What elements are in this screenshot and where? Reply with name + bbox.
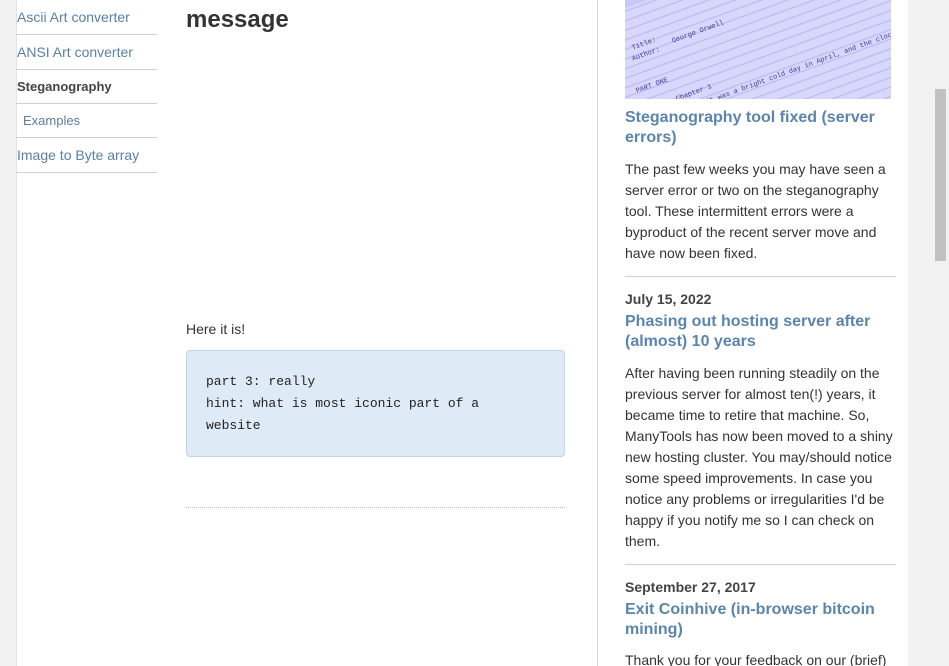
news-date: September 27, 2017	[625, 579, 756, 595]
tool-nav: Ascii Art converter ANSI Art converter S…	[16, 0, 157, 173]
nav-item-ascii-art[interactable]: Ascii Art converter	[16, 0, 157, 35]
news-title-steganography-fixed[interactable]: Steganography tool fixed (server errors)	[625, 108, 895, 148]
news-separator	[625, 276, 896, 277]
news-thumbnail[interactable]: Title: Author: George Orwell PART ONE Ch…	[625, 0, 891, 99]
intro-text: Here it is!	[186, 321, 246, 337]
nav-item-examples[interactable]: Examples	[16, 104, 157, 138]
news-body: Thank you for your feedback on our (brie…	[625, 652, 887, 666]
page-heading: message	[186, 6, 289, 33]
news-title-phasing-out-server[interactable]: Phasing out hosting server after (almost…	[625, 312, 895, 352]
nav-item-ansi-art[interactable]: ANSI Art converter	[16, 35, 157, 70]
code-line: website	[206, 418, 261, 433]
code-line: part 3: really	[206, 374, 316, 389]
nav-item-image-to-byte-array[interactable]: Image to Byte array	[16, 138, 157, 173]
thumbnail-text-line: Chapter 1	[675, 83, 714, 99]
scrollbar-thumb[interactable]	[935, 89, 946, 261]
thumbnail-text: Title: Author: George Orwell PART ONE Ch…	[625, 0, 891, 99]
thumbnail-text-line: PART ONE	[635, 76, 670, 96]
nav-item-steganography[interactable]: Steganography	[16, 70, 157, 104]
thumbnail-text-line: It was a bright cold day in April, and t…	[705, 8, 891, 99]
news-body: The past few weeks you may have seen a s…	[625, 161, 886, 261]
thumbnail-text-line: George Orwell	[671, 19, 726, 46]
code-line: hint: what is most iconic part of a	[206, 396, 480, 411]
page-scrollbar[interactable]	[932, 0, 949, 666]
news-sidebar: Title: Author: George Orwell PART ONE Ch…	[597, 0, 908, 666]
hidden-message-box: part 3: really hint: what is most iconic…	[186, 350, 565, 457]
news-body: After having been running steadily on th…	[625, 365, 893, 549]
news-title-exit-coinhive[interactable]: Exit Coinhive (in-browser bitcoin mining…	[625, 600, 895, 640]
news-date: July 15, 2022	[625, 291, 712, 307]
news-separator	[625, 564, 896, 565]
content-divider	[186, 507, 565, 508]
